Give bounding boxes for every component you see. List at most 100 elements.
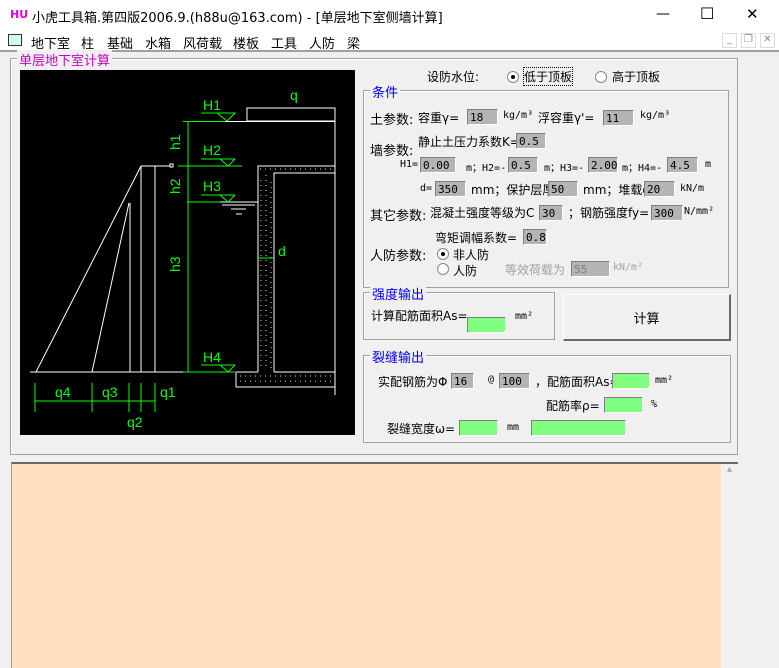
title-bar: HU 小虎工具箱.第四版2006.9.(h88u@163.com) - [单层地…	[0, 0, 779, 31]
h4-unit: m	[705, 159, 712, 170]
radio-civil-label[interactable]: 人防	[453, 262, 477, 279]
strength-title: 强度输出	[370, 284, 427, 303]
h1-label: H1=	[400, 159, 419, 170]
child-close-button[interactable]: ✕	[760, 33, 775, 48]
menu-water-tank[interactable]: 水箱	[145, 33, 171, 52]
main-group-title: 单层地下室计算	[17, 50, 113, 69]
label-H3: H3	[203, 178, 221, 194]
menu-bar: 地下室 柱 基础 水箱 风荷载 楼板 工具 人防 梁 _ ❐ ✕	[0, 31, 779, 52]
output-text-area[interactable]	[11, 462, 738, 668]
menu-tools[interactable]: 工具	[271, 33, 297, 52]
h2-label: m；H2=-	[466, 163, 507, 174]
label-H4: H4	[203, 349, 221, 365]
h4-label: m；H4=-	[622, 163, 663, 174]
window-title: 小虎工具箱.第四版2006.9.(h88u@163.com) - [单层地下室侧…	[32, 11, 443, 26]
document-icon[interactable]	[8, 34, 22, 46]
label-H1: H1	[203, 97, 221, 113]
gamma-unit: kg/m³	[503, 110, 534, 121]
area-unit: mm²	[655, 375, 674, 386]
q-unit: kN/m	[680, 183, 705, 194]
label-q: q	[290, 87, 298, 103]
calculate-button[interactable]: 计算	[563, 294, 731, 341]
label-h1: h1	[167, 134, 183, 150]
fy-label: ；钢筋强度fy=	[568, 206, 650, 220]
as-output	[467, 317, 506, 333]
label-q2: q2	[127, 414, 143, 430]
crack-title: 裂缝输出	[370, 347, 427, 366]
h3-input[interactable]: 2.00	[588, 157, 618, 173]
d-label: d=	[420, 183, 433, 194]
concrete-input[interactable]: 30	[539, 205, 563, 221]
radio-civil[interactable]	[437, 263, 449, 275]
k-input[interactable]: 0.5	[516, 133, 546, 149]
child-minimize-button[interactable]: _	[722, 33, 737, 48]
equiv-load-input[interactable]: 55	[571, 261, 610, 277]
moment-label: 弯矩调幅系数=	[435, 231, 518, 245]
gamma-label: 容重γ=	[418, 111, 460, 125]
h4-input[interactable]: 4.5	[667, 157, 698, 173]
soil-params-label: 土参数:	[370, 113, 414, 128]
ratio-label: 配筋率ρ=	[546, 399, 600, 413]
close-button[interactable]: ✕	[746, 5, 759, 23]
bar-label: 实配钢筋为Φ	[378, 375, 448, 389]
d-input[interactable]: 350	[435, 181, 466, 197]
q-input[interactable]: 20	[644, 181, 675, 197]
child-restore-button[interactable]: ❐	[741, 33, 756, 48]
radio-non-civil[interactable]	[437, 248, 449, 260]
crack-width-unit: mm	[507, 422, 520, 433]
equiv-load-unit: kN/m²	[613, 262, 644, 273]
water-level-label: 设防水位:	[427, 70, 480, 84]
cover-input[interactable]: 50	[548, 181, 578, 197]
menu-wind-load[interactable]: 风荷载	[183, 33, 222, 52]
at-label: @	[488, 374, 495, 385]
area-output	[612, 373, 650, 389]
bar-spacing-input[interactable]: 100	[499, 373, 530, 389]
label-q4: q4	[55, 384, 71, 400]
other-params-label: 其它参数:	[370, 209, 427, 224]
gamma2-unit: kg/m³	[640, 110, 671, 121]
h3-label: m；H3=-	[544, 163, 585, 174]
scroll-up-icon[interactable]: ▴	[727, 464, 732, 475]
radio-below-roof-label[interactable]: 低于顶板	[522, 67, 574, 86]
gamma2-input[interactable]: 11	[603, 110, 634, 126]
crack-result-output	[531, 420, 626, 436]
menu-beam[interactable]: 梁	[347, 33, 360, 52]
maximize-button[interactable]: ☐	[700, 4, 714, 23]
radio-above-roof[interactable]	[595, 71, 607, 83]
as-label: 计算配筋面积As=	[371, 309, 468, 323]
menu-slab[interactable]: 楼板	[233, 33, 259, 52]
label-h2: h2	[167, 178, 183, 194]
wall-params-label: 墙参数:	[370, 144, 414, 159]
h2-input[interactable]: 0.5	[508, 157, 538, 173]
conditions-title: 条件	[370, 82, 401, 101]
cover-label: mm；保护层厚	[471, 183, 555, 197]
fy-input[interactable]: 300	[651, 205, 683, 221]
h1-input[interactable]: 0.00	[420, 157, 456, 173]
radio-non-civil-label[interactable]: 非人防	[453, 246, 489, 263]
menu-civil-defense[interactable]: 人防	[309, 33, 335, 52]
gamma2-label: 浮容重γ'=	[538, 111, 595, 125]
fy-unit: N/mm²	[684, 206, 715, 217]
crack-width-output	[459, 420, 498, 436]
k-label: 静止土压力系数K=	[418, 135, 520, 149]
moment-input[interactable]: 0.8	[523, 229, 547, 245]
ratio-output	[604, 397, 643, 413]
radio-below-roof[interactable]	[507, 71, 519, 83]
minimize-button[interactable]: —	[656, 6, 670, 22]
equiv-load-label: 等效荷载为	[505, 263, 566, 277]
vertical-scrollbar[interactable]: ▴	[721, 464, 738, 668]
label-h3: h3	[167, 256, 183, 272]
radio-above-roof-label[interactable]: 高于顶板	[612, 68, 660, 85]
section-drawing: H1 H2 H3 H4 q d h1 h2 h3 q4 q3 q1 q2	[20, 70, 355, 435]
concrete-label: 混凝土强度等级为C	[430, 206, 535, 220]
label-q1: q1	[160, 384, 176, 400]
bar-diameter-input[interactable]: 16	[451, 373, 474, 389]
civil-params-label: 人防参数:	[370, 249, 427, 264]
app-logo: HU	[10, 8, 29, 21]
label-H2: H2	[203, 142, 221, 158]
as-unit: mm²	[515, 311, 534, 322]
area-label: ，配筋面积As=	[535, 375, 620, 389]
crack-width-label: 裂缝宽度ω=	[387, 422, 456, 436]
gamma-input[interactable]: 18	[467, 109, 498, 125]
label-d: d	[278, 243, 286, 259]
